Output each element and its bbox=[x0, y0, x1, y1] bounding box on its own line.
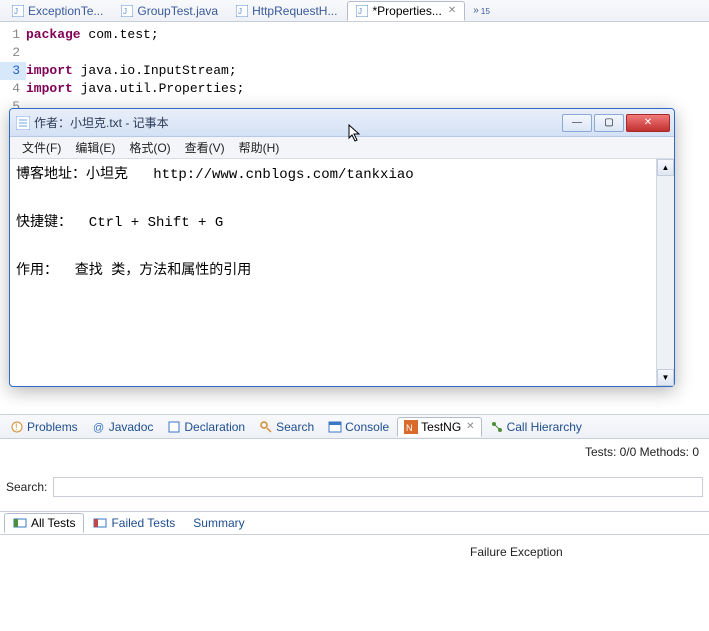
editor-tab-label: *Properties... bbox=[372, 4, 441, 18]
java-file-icon: J bbox=[121, 5, 133, 17]
result-tab-summary[interactable]: Summary bbox=[184, 513, 253, 533]
editor-tab-label: ExceptionTe... bbox=[28, 4, 103, 18]
notepad-titlebar[interactable]: 作者：小坦克.txt - 记事本 — ▢ ✕ bbox=[10, 109, 674, 137]
chevron-right-icon: » bbox=[473, 5, 479, 16]
search-input[interactable] bbox=[53, 477, 703, 497]
notepad-title: 作者：小坦克.txt - 记事本 bbox=[34, 114, 562, 131]
view-tab-call-hierarchy[interactable]: Call Hierarchy bbox=[484, 418, 588, 436]
close-icon[interactable]: ✕ bbox=[446, 5, 456, 16]
problems-icon: ! bbox=[10, 420, 24, 434]
scroll-up-button[interactable]: ▲ bbox=[657, 159, 674, 176]
editor-tab-bar: J ExceptionTe... J GroupTest.java J Http… bbox=[0, 0, 709, 22]
java-file-icon: J bbox=[356, 5, 368, 17]
editor-tab-label: GroupTest.java bbox=[137, 4, 218, 18]
testng-status: Tests: 0/0 Methods: 0 bbox=[0, 439, 709, 469]
console-icon bbox=[328, 420, 342, 434]
bottom-panel: !Problems @Javadoc Declaration Search Co… bbox=[0, 414, 709, 631]
minimize-button[interactable]: — bbox=[562, 114, 592, 132]
svg-text:!: ! bbox=[15, 422, 18, 432]
code-line: import java.io.InputStream; bbox=[26, 62, 237, 80]
result-tab-all[interactable]: All Tests bbox=[4, 513, 84, 533]
editor-tab-label: HttpRequestH... bbox=[252, 4, 337, 18]
notepad-textarea[interactable]: 博客地址：小坦克 http://www.cnblogs.com/tankxiao… bbox=[10, 159, 656, 386]
svg-text:J: J bbox=[238, 7, 242, 16]
view-tab-declaration[interactable]: Declaration bbox=[161, 418, 251, 436]
editor-tab[interactable]: J GroupTest.java bbox=[113, 1, 226, 21]
editor-tab-active[interactable]: J *Properties... ✕ bbox=[347, 1, 465, 21]
tests-icon bbox=[13, 516, 27, 530]
scroll-down-button[interactable]: ▼ bbox=[657, 369, 674, 386]
search-icon bbox=[259, 420, 273, 434]
notepad-scrollbar[interactable]: ▲ ▼ bbox=[656, 159, 674, 386]
menu-edit[interactable]: 编辑(E) bbox=[69, 137, 121, 158]
svg-text:@: @ bbox=[93, 422, 104, 434]
svg-text:J: J bbox=[358, 7, 362, 16]
close-icon[interactable]: ✕ bbox=[464, 421, 474, 432]
svg-text:J: J bbox=[123, 7, 127, 16]
editor-tab[interactable]: J HttpRequestH... bbox=[228, 1, 345, 21]
declaration-icon bbox=[167, 420, 181, 434]
menu-view[interactable]: 查看(V) bbox=[179, 137, 231, 158]
line-number: 2 bbox=[0, 44, 26, 62]
failed-tests-icon bbox=[93, 516, 107, 530]
menu-help[interactable]: 帮助(H) bbox=[233, 137, 286, 158]
svg-text:N: N bbox=[406, 423, 413, 433]
search-label: Search: bbox=[6, 480, 47, 494]
java-file-icon: J bbox=[12, 5, 24, 17]
view-tab-testng[interactable]: NTestNG✕ bbox=[397, 417, 481, 437]
result-tab-failed[interactable]: Failed Tests bbox=[84, 513, 184, 533]
java-file-icon: J bbox=[236, 5, 248, 17]
view-tab-search[interactable]: Search bbox=[253, 418, 320, 436]
maximize-button[interactable]: ▢ bbox=[594, 114, 624, 132]
testng-icon: N bbox=[404, 420, 418, 434]
call-hierarchy-icon bbox=[490, 420, 504, 434]
failure-exception-label: Failure Exception bbox=[470, 535, 709, 559]
menu-format[interactable]: 格式(O) bbox=[123, 137, 176, 158]
notepad-app-icon bbox=[16, 116, 30, 130]
tab-overflow-button[interactable]: » 15 bbox=[473, 5, 490, 16]
svg-text:J: J bbox=[14, 7, 18, 16]
javadoc-icon: @ bbox=[92, 420, 106, 434]
code-line: import java.util.Properties; bbox=[26, 80, 244, 98]
view-tab-javadoc[interactable]: @Javadoc bbox=[86, 418, 160, 436]
line-number: 4 bbox=[0, 80, 26, 98]
notepad-window: 作者：小坦克.txt - 记事本 — ▢ ✕ 文件(F) 编辑(E) 格式(O)… bbox=[9, 108, 675, 387]
tab-overflow-count: 15 bbox=[481, 6, 490, 16]
view-tab-bar: !Problems @Javadoc Declaration Search Co… bbox=[0, 415, 709, 439]
testng-result-tabs: All Tests Failed Tests Summary bbox=[0, 511, 709, 535]
notepad-menubar: 文件(F) 编辑(E) 格式(O) 查看(V) 帮助(H) bbox=[10, 137, 674, 159]
editor-tab[interactable]: J ExceptionTe... bbox=[4, 1, 111, 21]
scroll-track[interactable] bbox=[657, 176, 674, 369]
code-line: package com.test; bbox=[26, 26, 159, 44]
line-number: 1 bbox=[0, 26, 26, 44]
line-number: 3 bbox=[0, 62, 26, 80]
close-button[interactable]: ✕ bbox=[626, 114, 670, 132]
view-tab-problems[interactable]: !Problems bbox=[4, 418, 84, 436]
menu-file[interactable]: 文件(F) bbox=[16, 137, 67, 158]
view-tab-console[interactable]: Console bbox=[322, 418, 395, 436]
